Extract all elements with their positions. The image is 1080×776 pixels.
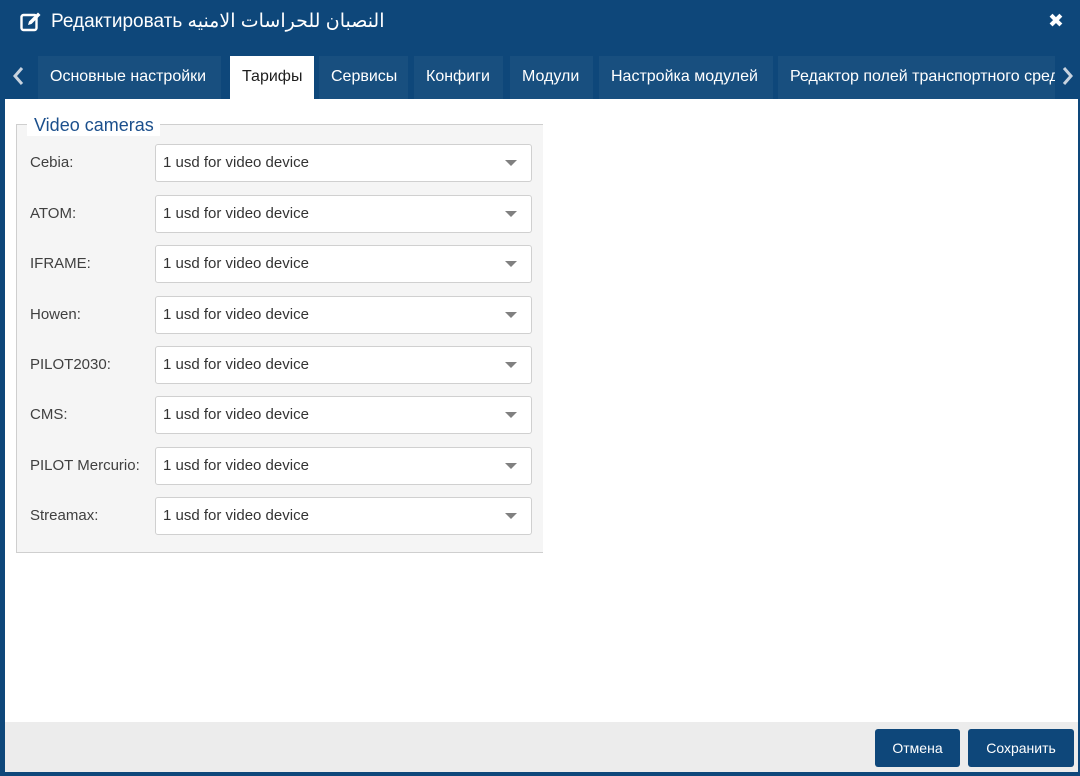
caret-down-icon — [505, 412, 517, 418]
tariff-select-atom[interactable]: 1 usd for video device — [155, 195, 532, 233]
select-value: 1 usd for video device — [163, 406, 309, 423]
tariff-select-cms[interactable]: 1 usd for video device — [155, 396, 532, 434]
tariff-select-howen[interactable]: 1 usd for video device — [155, 296, 532, 334]
video-cameras-fieldset: Video cameras Cebia: 1 usd for video dev… — [16, 114, 543, 553]
dialog-footer: Отмена Сохранить — [5, 722, 1078, 772]
tariff-select-pilot-mercurio[interactable]: 1 usd for video device — [155, 447, 532, 485]
tab-main-settings[interactable]: Основные настройки — [38, 56, 221, 99]
caret-down-icon — [505, 362, 517, 368]
tariff-select-streamax[interactable]: 1 usd for video device — [155, 497, 532, 535]
tab-module-settings[interactable]: Настройка модулей — [599, 56, 773, 99]
caret-down-icon — [505, 261, 517, 267]
tab-services[interactable]: Сервисы — [319, 56, 408, 99]
caret-down-icon — [505, 312, 517, 318]
save-button[interactable]: Сохранить — [968, 729, 1074, 767]
row-label-iframe: IFRAME: — [30, 255, 91, 272]
select-value: 1 usd for video device — [163, 255, 309, 272]
row-label-cms: CMS: — [30, 406, 68, 423]
select-value: 1 usd for video device — [163, 205, 309, 222]
row-label-atom: ATOM: — [30, 205, 77, 222]
chevron-left-icon[interactable] — [5, 56, 31, 96]
select-value: 1 usd for video device — [163, 507, 309, 524]
tariff-select-iframe[interactable]: 1 usd for video device — [155, 245, 532, 283]
chevron-right-icon[interactable] — [1055, 56, 1080, 96]
tab-vehicle-fields-editor[interactable]: Редактор полей транспортного средства — [778, 56, 1055, 99]
row-label-howen: Howen: — [30, 306, 81, 323]
cancel-button[interactable]: Отмена — [875, 729, 960, 767]
tabs-bar: Основные настройки Тарифы Сервисы Конфиг… — [5, 44, 1078, 99]
edit-dialog: Редактировать النصبان للحراسات الامنيه ✖… — [0, 0, 1080, 776]
row-label-pilot2030: PILOT2030: — [30, 356, 111, 373]
tab-strip: Основные настройки Тарифы Сервисы Конфиг… — [33, 56, 1055, 99]
caret-down-icon — [505, 463, 517, 469]
tab-configs[interactable]: Конфиги — [414, 56, 503, 99]
caret-down-icon — [505, 160, 517, 166]
select-value: 1 usd for video device — [163, 306, 309, 323]
select-value: 1 usd for video device — [163, 154, 309, 171]
row-label-cebia: Cebia: — [30, 154, 74, 171]
tab-tariffs[interactable]: Тарифы — [230, 56, 314, 99]
caret-down-icon — [505, 513, 517, 519]
tab-modules[interactable]: Модули — [510, 56, 593, 99]
tariff-select-cebia[interactable]: 1 usd for video device — [155, 144, 532, 182]
row-label-pilot-mercurio: PILOT Mercurio: — [30, 457, 140, 474]
fieldset-legend: Video cameras — [27, 114, 160, 136]
edit-icon — [20, 12, 41, 32]
row-label-streamax: Streamax: — [30, 507, 99, 524]
dialog-title: Редактировать النصبان للحراسات الامنيه — [51, 11, 385, 32]
caret-down-icon — [505, 211, 517, 217]
select-value: 1 usd for video device — [163, 356, 309, 373]
select-value: 1 usd for video device — [163, 457, 309, 474]
tariff-select-pilot2030[interactable]: 1 usd for video device — [155, 346, 532, 384]
dialog-header: Редактировать النصبان للحراسات الامنيه ✖ — [0, 0, 1080, 44]
close-icon[interactable]: ✖ — [1047, 12, 1065, 32]
